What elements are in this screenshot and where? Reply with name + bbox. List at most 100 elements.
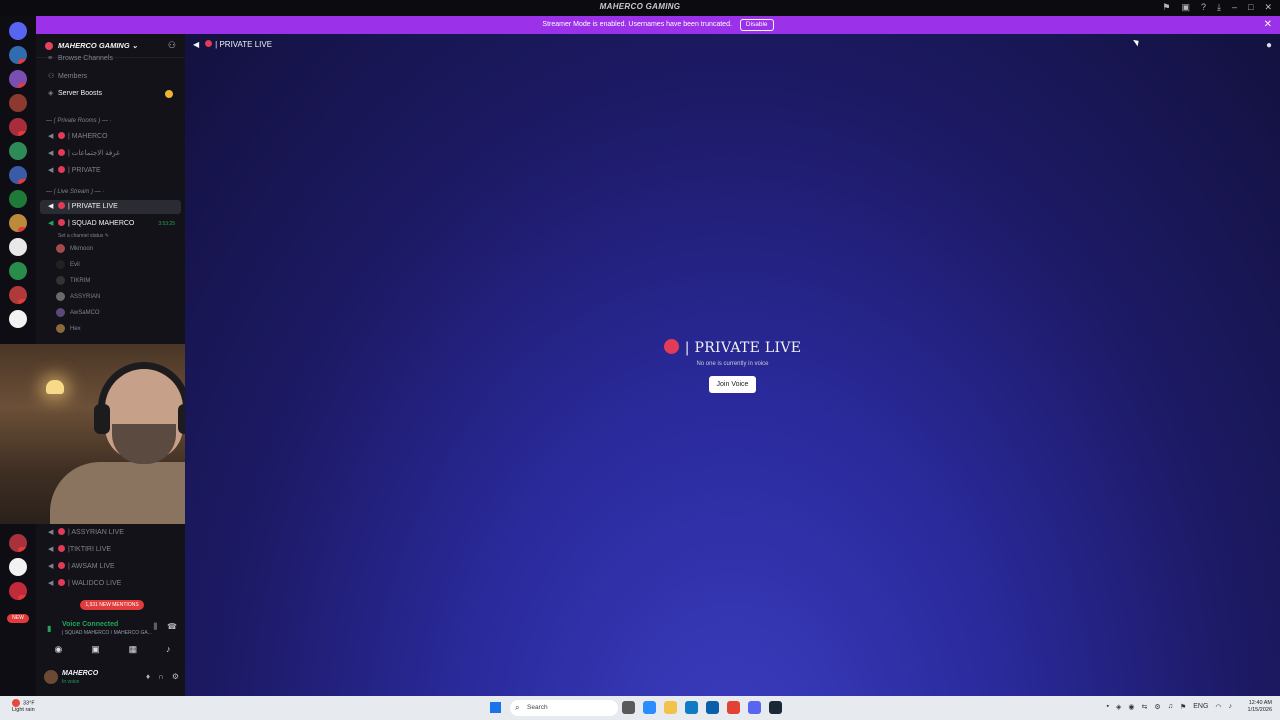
minimize-icon[interactable]: – <box>1232 2 1237 13</box>
voice-channel-active[interactable]: ◀ | PRIVATE LIVE <box>40 200 181 214</box>
channel-status[interactable]: Set a channel status ✎ <box>58 230 109 242</box>
speaker-icon: ◀ <box>48 563 54 570</box>
gear-icon[interactable]: ⚙ <box>172 672 179 681</box>
voice-channel[interactable]: ◀ | PRIVATE <box>40 164 181 178</box>
server-icon[interactable] <box>9 70 27 88</box>
sidebar-item-members[interactable]: ⚇ Members <box>40 70 181 84</box>
server-icon[interactable] <box>9 190 27 208</box>
server-icon[interactable] <box>9 214 27 232</box>
screen-share-icon[interactable]: ▣ <box>91 644 100 655</box>
username[interactable]: MAHERCO <box>62 670 98 677</box>
download-icon[interactable]: ⤓ <box>1217 2 1221 13</box>
activity-icon[interactable]: ▦ <box>129 644 138 655</box>
tray-icon[interactable]: ⇆ <box>1142 703 1148 711</box>
voice-user[interactable]: Evil <box>56 259 80 271</box>
server-icon[interactable] <box>9 582 27 600</box>
voice-user[interactable]: TIKRIM <box>56 275 90 287</box>
video-icon[interactable]: ◉ <box>54 644 62 655</box>
tray-icon[interactable]: ▪ <box>1107 703 1109 711</box>
close-icon[interactable]: ✕ <box>1264 2 1272 13</box>
chrome-icon[interactable] <box>727 701 740 714</box>
speaker-icon: ◀ <box>48 546 54 553</box>
disable-button[interactable]: Disable <box>739 19 774 31</box>
voice-connected-subtitle[interactable]: | SQUAD MAHERCO / MAHERCO GA... <box>62 630 152 636</box>
new-pill[interactable]: NEW <box>7 614 29 623</box>
user-label: TIKRIM <box>70 278 91 284</box>
store-icon[interactable] <box>706 701 719 714</box>
server-icon[interactable] <box>9 166 27 184</box>
soundboard-icon[interactable]: ♪ <box>166 644 171 655</box>
new-mentions-pill[interactable]: 1,931 NEW MENTIONS <box>80 600 144 610</box>
category-private-rooms[interactable]: — ( Private Rooms ) — ·+ <box>46 118 240 124</box>
weather-widget[interactable]: 33°F Light rain <box>12 699 35 714</box>
server-icon[interactable] <box>9 262 27 280</box>
volume-icon[interactable]: ♪ <box>1229 703 1233 711</box>
voice-channel[interactable]: ◀ | غرفة الاجتماعات <box>40 147 181 161</box>
server-icon[interactable] <box>9 94 27 112</box>
tray-icon[interactable]: ⚙ <box>1154 703 1160 711</box>
screen-icon[interactable]: ▣ <box>1181 2 1190 13</box>
join-voice-button[interactable]: Join Voice <box>708 376 757 393</box>
chat-icon[interactable]: ● <box>1266 40 1272 51</box>
banner-close-icon[interactable]: ✕ <box>1264 16 1272 34</box>
avatar[interactable] <box>44 670 58 684</box>
empty-state: | PRIVATE LIVE No one is currently in vo… <box>185 339 1280 393</box>
red-dot-icon <box>663 339 679 354</box>
voice-channel[interactable]: ◀ | ASSYRIAN LIVE <box>40 526 181 540</box>
mic-icon[interactable]: ♦ <box>146 672 150 681</box>
voice-user[interactable]: ASSYRIAN <box>56 291 100 303</box>
language-indicator[interactable]: ENG <box>1193 703 1208 711</box>
flag-icon[interactable]: ⚑ <box>1162 2 1170 13</box>
voice-channel[interactable]: ◀ |TIKTIRI LIVE <box>40 543 181 557</box>
help-icon[interactable]: ? <box>1201 2 1206 13</box>
file-explorer-icon[interactable] <box>664 701 677 714</box>
speaker-icon: ◀ <box>48 203 54 210</box>
tray-icon[interactable]: ◈ <box>1116 703 1121 711</box>
banner-text: Streamer Mode is enabled. Usernames have… <box>542 21 732 28</box>
home-icon[interactable] <box>9 22 27 40</box>
person-beard <box>112 424 176 464</box>
server-icon[interactable] <box>9 142 27 160</box>
server-icon[interactable] <box>9 118 27 136</box>
category-live-stream[interactable]: — ( Live Stream ) — ·+ <box>46 189 232 195</box>
user-label: Hex <box>70 326 81 332</box>
edge-icon[interactable] <box>685 701 698 714</box>
copilot-icon[interactable] <box>643 701 656 714</box>
wifi-icon[interactable]: ◠ <box>1215 703 1221 711</box>
voice-user[interactable]: Hex <box>56 323 81 335</box>
server-icon[interactable] <box>9 558 27 576</box>
voice-channel[interactable]: ◀ | SQUAD MAHERCO 3:53:25 <box>40 217 181 231</box>
voice-user[interactable]: AwSaMCO <box>56 307 100 319</box>
streamer-mode-banner: Streamer Mode is enabled. Usernames have… <box>36 16 1280 34</box>
sidebar-item-server-boosts[interactable]: ◈ Server Boosts <box>40 87 181 101</box>
voice-channel[interactable]: ◀ | AWSAM LIVE <box>40 560 181 574</box>
headphones-icon[interactable]: ∩ <box>158 672 164 681</box>
speaker-icon: ◀ <box>193 40 200 49</box>
disconnect-icon[interactable]: ☎ <box>167 622 177 632</box>
server-icon[interactable] <box>9 310 27 328</box>
tray-icon[interactable]: ♫ <box>1168 703 1173 711</box>
voice-connected-title[interactable]: Voice Connected <box>62 621 118 628</box>
voice-channel[interactable]: ◀ | WALIDCO LIVE <box>40 577 181 591</box>
tray-icon[interactable]: ⚑ <box>1180 703 1186 711</box>
clock[interactable]: 12:40 AM 1/15/2026 <box>1248 700 1272 714</box>
steam-icon[interactable] <box>769 701 782 714</box>
maximize-icon[interactable]: □ <box>1248 2 1253 13</box>
voice-channel[interactable]: ◀ | MAHERCO <box>40 130 181 144</box>
server-icon[interactable] <box>9 286 27 304</box>
discord-icon[interactable] <box>748 701 761 714</box>
voice-user[interactable]: Mkmoon <box>56 243 93 255</box>
sidebar-item-browse-channels[interactable]: ≡ Browse Channels <box>40 54 181 64</box>
taskbar-search[interactable]: ⌕ Search <box>510 700 618 716</box>
server-icon[interactable] <box>9 238 27 256</box>
windows-start-icon[interactable] <box>490 702 501 713</box>
avatar <box>56 259 65 269</box>
invite-icon[interactable]: ⚇ <box>168 40 176 51</box>
server-icon[interactable] <box>9 46 27 64</box>
tray-icon[interactable]: ◉ <box>1128 703 1134 711</box>
avatar <box>56 243 65 253</box>
channel-label: | SQUAD MAHERCO <box>68 220 135 227</box>
noise-suppression-icon[interactable]: ⫼ <box>153 622 157 632</box>
task-view-icon[interactable] <box>622 701 635 714</box>
server-icon[interactable] <box>9 534 27 552</box>
